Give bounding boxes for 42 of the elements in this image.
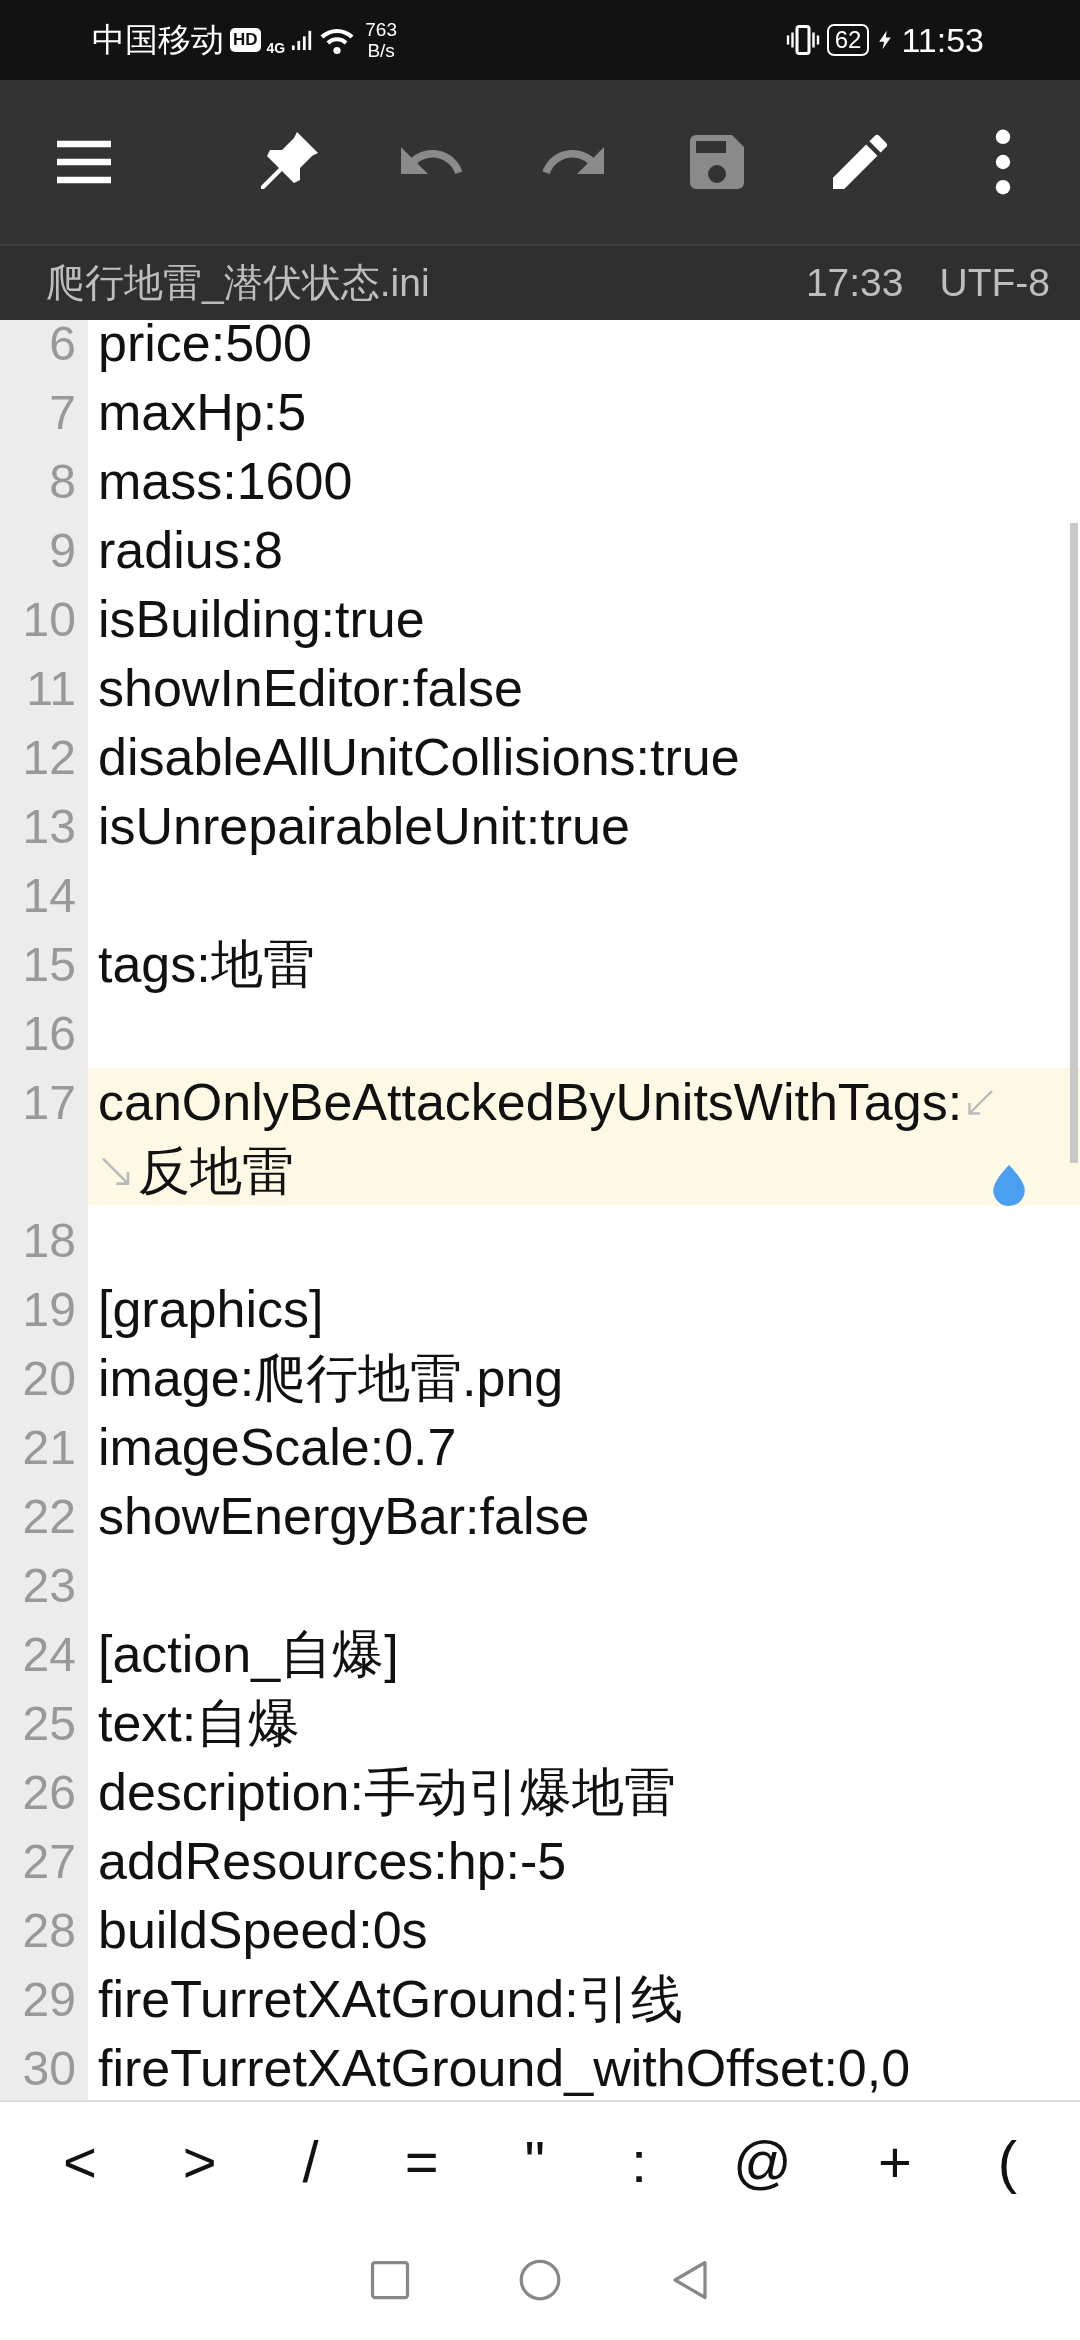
scrollbar[interactable]: [1070, 523, 1078, 1163]
vibrate-icon: [784, 22, 821, 58]
code-text: [action_自爆]: [98, 1624, 399, 1685]
code-text: tags:地雷: [98, 934, 315, 995]
code-text: maxHp:5: [98, 382, 307, 443]
code-text: description:手动引爆地雷: [98, 1762, 676, 1823]
clock-time: 11:53: [901, 20, 984, 60]
file-name: 爬行地雷_潜伏状态.ini: [46, 260, 431, 306]
hd-badge: HD: [230, 28, 261, 52]
symbol-key[interactable]: <: [44, 2127, 115, 2195]
symbol-key[interactable]: +: [859, 2127, 930, 2195]
code-text: addResources:hp:-5: [98, 1831, 567, 1892]
code-text: fireTurretXAtGround_withOffset:0,0: [98, 2038, 911, 2099]
code-text: image:爬行地雷.png: [98, 1348, 564, 1409]
code-text: showInEditor:false: [98, 658, 523, 719]
code-text: buildSpeed:0s: [98, 1900, 428, 1961]
code-text: [graphics]: [98, 1279, 324, 1340]
code-text: isUnrepairableUnit:true: [98, 796, 630, 857]
code-text: isBuilding:true: [98, 589, 425, 650]
symbol-key[interactable]: >: [164, 2127, 235, 2195]
code-text: disableAllUnitCollisions:true: [98, 727, 740, 788]
network-type: 4G: [266, 39, 286, 56]
code-text: showEnergyBar:false: [98, 1486, 590, 1547]
symbol-key[interactable]: =: [386, 2127, 457, 2195]
code-text: mass:1600: [98, 451, 353, 512]
carrier-name: 中国移动: [92, 19, 224, 60]
code-text: fireTurretXAtGround:引线: [98, 1969, 683, 2030]
cursor-position: 17:33: [805, 261, 904, 305]
symbol-key[interactable]: ": [506, 2127, 564, 2195]
symbol-key[interactable]: @: [715, 2127, 810, 2195]
symbol-key[interactable]: (: [979, 2127, 1036, 2195]
code-text: text:自爆: [98, 1693, 301, 1754]
code-text: imageScale:0.7: [98, 1417, 457, 1478]
code-text: canOnlyBeAttackedByUnitsWithTags:: [98, 1072, 963, 1133]
code-text: price:500: [98, 320, 312, 374]
symbol-key[interactable]: /: [284, 2127, 337, 2195]
file-encoding: UTF-8: [939, 261, 1050, 305]
code-text: radius:8: [98, 520, 283, 581]
code-text: 反地雷: [138, 1141, 294, 1202]
battery-level: 62: [826, 24, 870, 56]
symbol-key[interactable]: :: [613, 2127, 666, 2195]
network-speed: 763 B/s: [365, 19, 397, 61]
